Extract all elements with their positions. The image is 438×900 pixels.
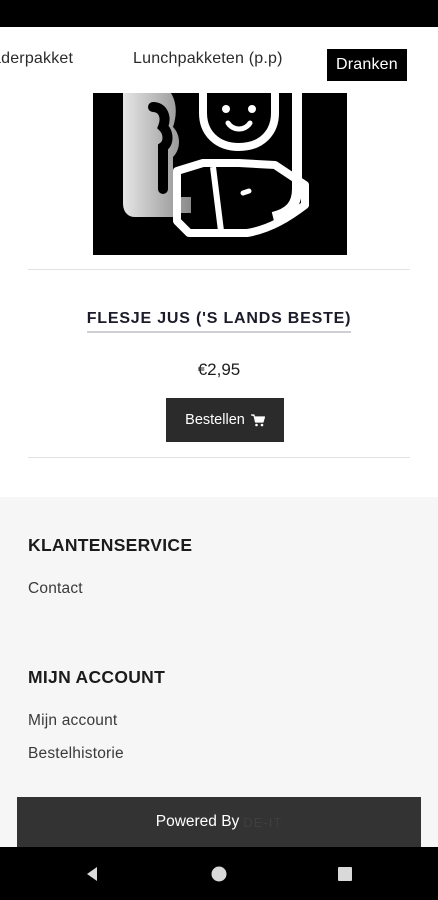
product-title[interactable]: FLESJE JUS ('S LANDS BESTE): [0, 310, 438, 333]
product-price: €2,95: [197, 360, 241, 379]
product-image[interactable]: [93, 93, 347, 255]
tab-lunchpakketen[interactable]: Lunchpakketen (p.p): [133, 50, 283, 68]
powered-by-bar: Powered By DE-IT: [17, 797, 421, 847]
home-button[interactable]: [199, 847, 239, 900]
recents-icon: [338, 866, 352, 881]
divider: [28, 457, 410, 458]
back-button[interactable]: [72, 847, 112, 900]
status-bar: [0, 0, 438, 27]
home-icon: [211, 866, 227, 881]
tab-dranken-label: Dranken: [336, 56, 398, 73]
footer-link-bestelhistorie[interactable]: Bestelhistorie: [28, 745, 124, 763]
product-title-text: FLESJE JUS ('S LANDS BESTE): [86, 310, 352, 333]
order-button-label: Bestellen: [185, 412, 245, 428]
powered-by-text: Powered By: [155, 813, 240, 830]
footer-heading-mijn-account: MIJN ACCOUNT: [28, 667, 166, 687]
back-icon: [87, 866, 97, 881]
brand-logo[interactable]: DE-IT: [243, 815, 282, 830]
order-button[interactable]: Bestellen: [166, 398, 284, 442]
shopping-cart-icon: [250, 413, 265, 426]
footer-link-mijn-account[interactable]: Mijn account: [28, 712, 117, 730]
category-tabs: aderpakket Lunchpakketen (p.p) Dranken: [0, 27, 438, 93]
product-illustration: [123, 93, 309, 237]
divider: [28, 269, 410, 270]
system-navigation-bar: [0, 847, 438, 900]
recents-button[interactable]: [325, 847, 365, 900]
tab-broodpakket[interactable]: aderpakket: [0, 50, 73, 68]
footer-heading-klantenservice: KLANTENSERVICE: [28, 535, 193, 555]
footer-link-contact[interactable]: Contact: [28, 580, 83, 598]
tab-dranken[interactable]: Dranken: [327, 49, 407, 81]
